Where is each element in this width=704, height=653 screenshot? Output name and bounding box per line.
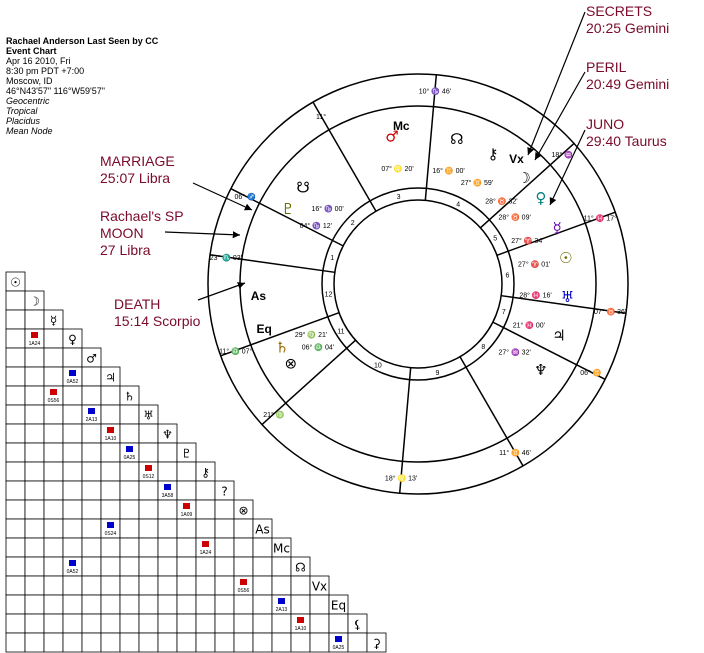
annotation-arrows <box>164 11 586 301</box>
arrow-sp-moon <box>164 231 241 239</box>
arrow-death <box>197 282 246 301</box>
arrow-juno <box>549 129 586 206</box>
arrow-secrets <box>527 11 586 156</box>
arrow-marriage <box>192 182 253 211</box>
